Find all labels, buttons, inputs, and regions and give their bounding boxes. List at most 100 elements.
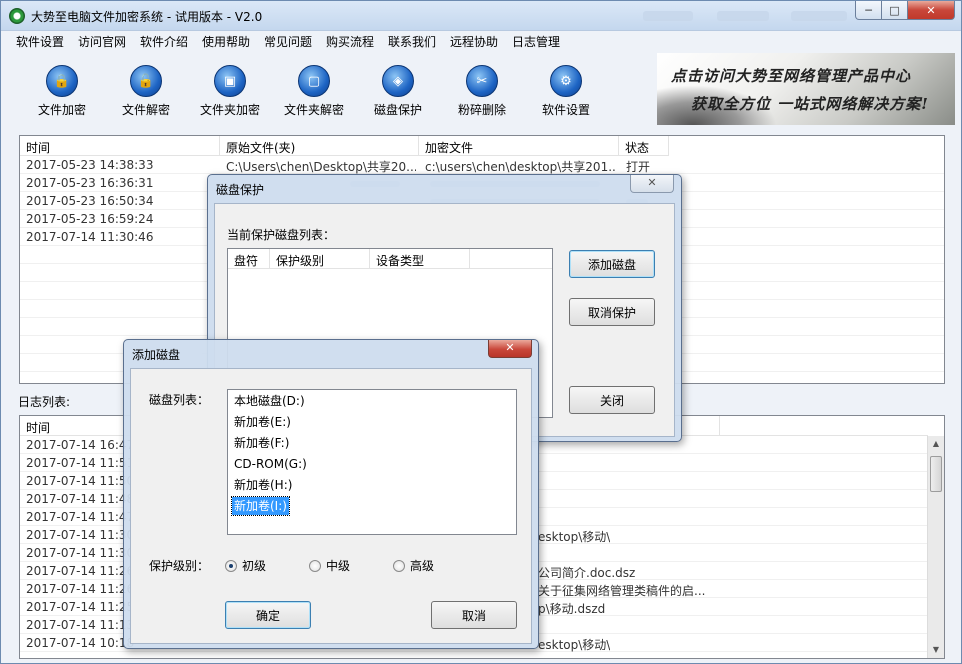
add-disk-dialog: 添加磁盘 ✕ 磁盘列表： 本地磁盘(D:) 新加卷(E:) 新加卷(F:) CD… <box>123 339 539 649</box>
cell-time: 2017-07-14 11:30:46 <box>26 230 154 244</box>
toolbar-label: 软件设置 <box>541 103 590 117</box>
disk-protect-button[interactable]: ◈ 磁盘保护 <box>356 59 440 125</box>
scroll-thumb[interactable] <box>930 456 942 492</box>
log-cell-detail: p\移动.dszd <box>538 602 606 616</box>
promo-banner[interactable]: 点击访问大势至网络管理产品中心 获取全方位 一站式网络解决方案! <box>657 53 955 125</box>
log-scrollbar[interactable]: ▲ ▼ <box>927 436 944 658</box>
log-cell-detail: esktop\移动\ <box>538 530 611 544</box>
radio-label: 高级 <box>410 559 435 573</box>
maximize-button[interactable]: □ <box>881 1 908 20</box>
log-cell-time: 2017-07-14 16:47 <box>26 438 135 452</box>
banner-line-2: 获取全方位 一站式网络解决方案! <box>691 95 929 113</box>
close-icon: ✕ <box>647 176 657 189</box>
file-decrypt-button[interactable]: 🔓 文件解密 <box>104 59 188 125</box>
disk-list-item[interactable]: 新加卷(E:) <box>232 413 293 431</box>
disk-list[interactable]: 本地磁盘(D:) 新加卷(E:) 新加卷(F:) CD-ROM(G:) 新加卷(… <box>227 389 517 535</box>
col-header-level[interactable]: 保护级别 <box>270 249 370 269</box>
disk-list-item[interactable]: CD-ROM(G:) <box>232 455 309 473</box>
shred-icon: ✂ <box>466 65 498 97</box>
menu-help[interactable]: 使用帮助 <box>202 33 250 50</box>
protected-disks-label: 当前保护磁盘列表： <box>227 228 336 242</box>
blurred-tab <box>643 11 693 21</box>
menu-software-settings[interactable]: 软件设置 <box>16 33 64 50</box>
disk-list-item-selected[interactable]: 新加卷(I:) <box>231 496 290 516</box>
toolbar-label: 文件夹加密 <box>199 103 260 117</box>
menu-contact[interactable]: 联系我们 <box>388 33 436 50</box>
log-list-label: 日志列表: <box>18 395 71 409</box>
app-logo-icon <box>9 8 25 24</box>
main-window: 大势至电脑文件加密系统 - 试用版本 - V2.0 ─ □ ✕ 软件设置 访问官… <box>0 0 962 664</box>
close-dialog-button[interactable]: 关闭 <box>569 386 655 414</box>
close-icon: ✕ <box>505 341 515 354</box>
add-disk-close-button[interactable]: ✕ <box>488 340 532 358</box>
minimize-button[interactable]: ─ <box>855 1 882 20</box>
gear-icon: ⚙ <box>550 65 582 97</box>
disk-shield-icon: ◈ <box>382 65 414 97</box>
maximize-icon: □ <box>889 3 900 17</box>
disk-protect-close-button[interactable]: ✕ <box>630 175 674 193</box>
file-encrypt-button[interactable]: 🔒 文件加密 <box>20 59 104 125</box>
menu-purchase[interactable]: 购买流程 <box>326 33 374 50</box>
folder-encrypt-button[interactable]: ▣ 文件夹加密 <box>188 59 272 125</box>
menu-bar: 软件设置 访问官网 软件介绍 使用帮助 常见问题 购买流程 联系我们 远程协助 … <box>2 31 960 51</box>
cell-encrypted: c:\users\chen\desktop\共享201... <box>425 160 615 174</box>
level-medium-radio[interactable]: 中级 <box>309 557 350 574</box>
log-cell-detail: esktop\移动\ <box>538 638 611 652</box>
menu-visit-website[interactable]: 访问官网 <box>78 33 126 50</box>
log-col-header[interactable] <box>720 416 928 436</box>
cancel-button[interactable]: 取消 <box>431 601 517 629</box>
close-button[interactable]: ✕ <box>907 1 955 20</box>
minimize-icon: ─ <box>865 3 872 17</box>
file-lock-icon: 🔒 <box>46 65 78 97</box>
col-header-device-type[interactable]: 设备类型 <box>370 249 470 269</box>
disk-list-item[interactable]: 本地磁盘(D:) <box>232 392 307 410</box>
radio-label: 中级 <box>326 559 351 573</box>
ok-button[interactable]: 确定 <box>225 601 311 629</box>
log-cell-time: 2017-07-14 11:26 <box>26 582 135 596</box>
cell-status: 打开 <box>626 160 651 174</box>
level-high-radio[interactable]: 高级 <box>393 557 434 574</box>
menu-software-intro[interactable]: 软件介绍 <box>140 33 188 50</box>
disk-list-item[interactable]: 新加卷(H:) <box>232 476 294 494</box>
software-settings-button[interactable]: ⚙ 软件设置 <box>524 59 608 125</box>
shred-delete-button[interactable]: ✂ 粉碎删除 <box>440 59 524 125</box>
radio-checked-icon <box>225 559 237 572</box>
cell-time: 2017-05-23 16:36:31 <box>26 176 154 190</box>
col-header-original[interactable]: 原始文件(夹) <box>220 136 419 156</box>
add-disk-dialog-body: 磁盘列表： 本地磁盘(D:) 新加卷(E:) 新加卷(F:) CD-ROM(G:… <box>130 368 532 644</box>
cell-time: 2017-05-23 16:59:24 <box>26 212 154 226</box>
blurred-tab <box>717 11 769 21</box>
menu-log-manage[interactable]: 日志管理 <box>512 33 560 50</box>
close-icon: ✕ <box>926 3 936 17</box>
log-cell-time: 2017-07-14 10:18 <box>26 636 135 650</box>
menu-faq[interactable]: 常见问题 <box>264 33 312 50</box>
protect-level-label: 保护级别： <box>149 559 210 573</box>
cell-time: 2017-05-23 16:50:34 <box>26 194 154 208</box>
scroll-up-arrow-icon[interactable]: ▲ <box>928 436 944 452</box>
toolbar-label: 磁盘保护 <box>373 103 422 117</box>
log-cell-time: 2017-07-14 11:47 <box>26 510 135 524</box>
log-cell-time: 2017-07-14 11:30 <box>26 528 135 542</box>
table-row[interactable]: 2017-05-23 14:38:33 C:\Users\chen\Deskto… <box>20 156 944 174</box>
add-disk-button[interactable]: 添加磁盘 <box>569 250 655 278</box>
col-header-time[interactable]: 时间 <box>20 136 220 156</box>
folder-decrypt-button[interactable]: ▢ 文件夹解密 <box>272 59 356 125</box>
level-basic-radio[interactable]: 初级 <box>225 557 266 574</box>
radio-unchecked-icon <box>393 559 405 572</box>
title-bar[interactable]: 大势至电脑文件加密系统 - 试用版本 - V2.0 ─ □ ✕ <box>1 1 961 31</box>
disk-list-label: 磁盘列表： <box>149 393 210 407</box>
scroll-down-arrow-icon[interactable]: ▼ <box>928 642 944 658</box>
cancel-protect-button[interactable]: 取消保护 <box>569 298 655 326</box>
window-title: 大势至电脑文件加密系统 - 试用版本 - V2.0 <box>31 10 263 24</box>
banner-line-1: 点击访问大势至网络管理产品中心 <box>671 67 912 85</box>
col-header-drive[interactable]: 盘符 <box>228 249 270 269</box>
log-cell-time: 2017-07-14 11:26 <box>26 564 135 578</box>
radio-label: 初级 <box>242 559 267 573</box>
log-cell-time: 2017-07-14 11:13 <box>26 618 135 632</box>
disk-list-item[interactable]: 新加卷(F:) <box>232 434 291 452</box>
toolbar-label: 文件解密 <box>121 103 170 117</box>
menu-remote-assist[interactable]: 远程协助 <box>450 33 498 50</box>
toolbar-label: 粉碎删除 <box>457 103 506 117</box>
col-header-status[interactable]: 状态 <box>619 136 669 156</box>
col-header-encrypted[interactable]: 加密文件 <box>419 136 619 156</box>
